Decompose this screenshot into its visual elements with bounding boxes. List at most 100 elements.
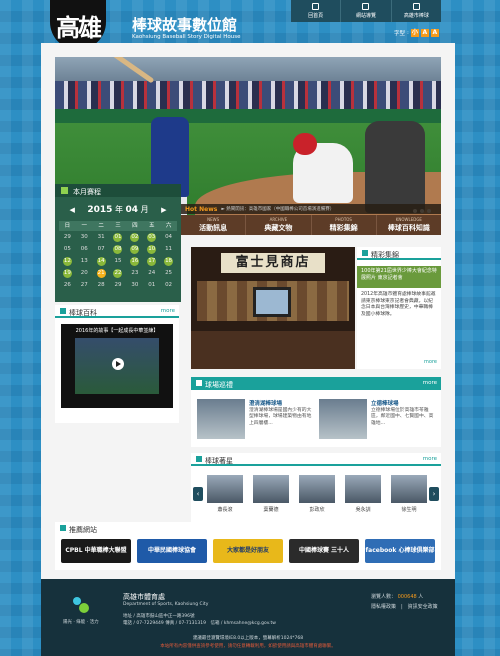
stadium-photo	[319, 399, 367, 439]
stars-panel: 棒球著星 more ‹ › 蕭長滾 葉蘭德 彭政欣 吳永訓 徐生明	[191, 453, 441, 529]
category-tab[interactable]: NEWS 活動訊息	[181, 215, 247, 235]
site-subtitle: Kaohsiung Baseball Story Digital House	[132, 34, 241, 40]
link-banner[interactable]: facebook 心棒球俱樂部	[365, 539, 435, 563]
star-card[interactable]: 吳永訓	[345, 475, 381, 513]
footer-org-name: 高雄市體育處	[123, 593, 165, 601]
category-tab[interactable]: PHOTOS 精彩集錦	[312, 215, 377, 235]
calendar-day: 02	[165, 282, 173, 288]
weekday-label: 一	[81, 223, 88, 229]
calendar-year: 2015	[87, 205, 113, 215]
play-icon[interactable]	[112, 358, 124, 370]
encyclopedia-panel: 棒球百科 more 2016年的故事【一起成長中華並練】	[55, 305, 179, 423]
stars-prev-button[interactable]: ‹	[193, 487, 203, 501]
stadium-more-link[interactable]: more	[423, 380, 437, 386]
stadium-item[interactable]: 立德棒球場 立德棒球場位於高雄市苓雅區，鄰近國中、七賢國中、高雄地...	[319, 399, 437, 441]
category-nav: NEWS 活動訊息 ARCHIVE 典藏文物 PHOTOS 精彩集錦 KNOWLEDGE 棒球…	[181, 215, 441, 235]
calendar-day[interactable]: 17	[143, 257, 160, 266]
links-title: 推薦網站	[69, 526, 97, 534]
news-text[interactable]: ► 熱鬧開訊：高雄市國家（中國職棒公司首場演進備賽）	[221, 206, 334, 212]
nav-sitemap[interactable]: 網站導覽	[341, 0, 392, 22]
calendar-day: 01	[148, 282, 156, 288]
link-banner[interactable]: 中華民國棒球協會	[137, 539, 207, 563]
nav-home[interactable]: 回首頁	[291, 0, 342, 22]
calendar-day[interactable]: 03	[143, 233, 160, 242]
calendar-day[interactable]: 10	[143, 245, 160, 254]
prev-month-button[interactable]: ◀	[69, 206, 74, 214]
encyclopedia-title: 棒球百科	[69, 309, 97, 317]
calendar-day: 24	[148, 270, 156, 276]
weekday-label: 五	[148, 223, 155, 229]
calendar-day[interactable]: 16	[126, 257, 143, 266]
calendar-day[interactable]: 19	[59, 269, 76, 278]
font-size-label: 字型	[394, 31, 406, 37]
video-thumbnail	[75, 338, 159, 394]
font-medium-button[interactable]: A	[420, 29, 429, 37]
footer-address: 地址 / 高雄市鼓山區中正一路396號	[123, 614, 195, 619]
star-card[interactable]: 蕭長滾	[207, 475, 243, 513]
footer-org-en: Department of Sports, Kaohsiung City	[123, 602, 209, 607]
weekday-label: 二	[98, 223, 104, 229]
calendar-day[interactable]: 22	[110, 269, 127, 278]
encyclopedia-more-link[interactable]: more	[161, 308, 175, 314]
policy-links[interactable]: 隱私權政策 | 資訊安全政策	[371, 603, 438, 610]
stars-more-link[interactable]: more	[423, 456, 437, 462]
news-ticker[interactable]: Hot News ► 熱鬧開訊：高雄市國家（中國職棒公司首場演進備賽）	[181, 204, 441, 214]
calendar-day[interactable]: 08	[110, 245, 127, 254]
stadium-desc: 澄清湖棒球場是國內少有的大型棒球場，球場建築物由有地上四層樓...	[249, 408, 312, 426]
category-tab[interactable]: ARCHIVE 典藏文物	[246, 215, 312, 235]
calendar-day: 04	[165, 234, 173, 240]
link-banner[interactable]: 中國棒球賽 三十人	[289, 539, 359, 563]
umpire-figure	[365, 121, 425, 213]
link-banner[interactable]: 大家都是好朋友	[213, 539, 283, 563]
nav-city-baseball[interactable]: 高雄市棒球	[392, 0, 441, 22]
links-panel: 推薦網站 CPBL 中華職棒大聯盟 中華民國棒球協會 大家都是好朋友 中國棒球賽 三十…	[55, 522, 441, 570]
calendar-day: 29	[114, 282, 122, 288]
highlights-panel: 精彩集錦 100年第21屆世界少棒大會紀念特展照片 東京記者會 2012年高雄市…	[357, 247, 441, 369]
main-content: 本月賽程 ◀ 2015 年 04 月 ▶ 日一二三四五六 29 30 31 01 02 0…	[41, 43, 455, 579]
footer-contact: 電話 / 07-7229449 傳真 / 07-7131319 信箱 / khm…	[123, 621, 276, 626]
font-large-button[interactable]: A	[430, 29, 439, 37]
calendar-day[interactable]: 01	[110, 233, 127, 242]
footer-copyright-note: 本站所有內容僅供查詢參考使用，請勿任意轉載利用，如欲使用請與高雄市體育處聯繫。	[160, 644, 336, 649]
home-icon	[312, 3, 320, 10]
stars-next-button[interactable]: ›	[429, 487, 439, 501]
stadium-name: 立德棒球場	[371, 401, 399, 407]
calendar-month: 04	[125, 205, 139, 215]
category-tab[interactable]: KNOWLEDGE 棒球百科知識	[377, 215, 441, 235]
highlights-more-link[interactable]: more	[424, 359, 437, 365]
video-player[interactable]: 2016年的故事【一起成長中華並練】	[61, 324, 173, 408]
font-small-button[interactable]: 小	[410, 29, 419, 37]
video-caption: 2016年的故事【一起成長中華並練】	[75, 328, 159, 334]
highlight-headline[interactable]: 100年第21屆世界少棒大會紀念特展照片 東京記者會	[357, 266, 441, 288]
star-name: 葉蘭德	[263, 507, 279, 513]
star-card[interactable]: 彭政欣	[299, 475, 335, 513]
link-banner[interactable]: CPBL 中華職棒大聯盟	[61, 539, 131, 563]
next-month-button[interactable]: ▶	[161, 206, 166, 214]
site-title: 棒球故事數位館	[132, 16, 238, 34]
stadium-panel: 球場巡禮 more 澄清湖棒球場 澄清湖棒球場是國內少有的大型棒球場，球場建築物…	[191, 377, 441, 447]
calendar-day[interactable]: 14	[93, 257, 110, 266]
calendar-day[interactable]: 12	[59, 257, 76, 266]
calendar-day[interactable]: 18	[160, 257, 177, 266]
calendar-day-today[interactable]: 21	[93, 269, 110, 278]
star-photo	[207, 475, 243, 503]
calendar-day: 25	[165, 270, 173, 276]
font-size-control: 字型 : 小 A A	[394, 29, 439, 37]
calendar-day[interactable]: 02	[126, 233, 143, 242]
stadium-item[interactable]: 澄清湖棒球場 澄清湖棒球場是國內少有的大型棒球場，球場建築物由有地上四層樓...	[197, 399, 315, 441]
calendar-day: 15	[114, 258, 122, 264]
star-card[interactable]: 徐生明	[391, 475, 427, 513]
star-card[interactable]: 葉蘭德	[253, 475, 289, 513]
visitor-counter: 瀏覽人數： 000648 人	[371, 594, 424, 600]
footer-browser-note: 建議最佳瀏覽環境IE8.0以上版本，螢幕解析1024*768	[192, 636, 304, 641]
calendar-day[interactable]: 09	[126, 245, 143, 254]
calendar-day: 23	[131, 270, 139, 276]
stars-title: 棒球著星	[205, 457, 233, 465]
calendar-grid: 29 30 31 01 02 03 04 05 06 07 08 09 10 11 12 13 14 15 16 17…	[59, 233, 177, 290]
star-name: 徐生明	[401, 507, 417, 513]
highlight-photo[interactable]: 富士見商店	[191, 247, 355, 369]
stadium-title: 球場巡禮	[205, 381, 233, 389]
crowd-photo	[55, 81, 441, 111]
highlights-title: 精彩集錦	[371, 251, 399, 259]
calendar-day: 13	[80, 258, 88, 264]
